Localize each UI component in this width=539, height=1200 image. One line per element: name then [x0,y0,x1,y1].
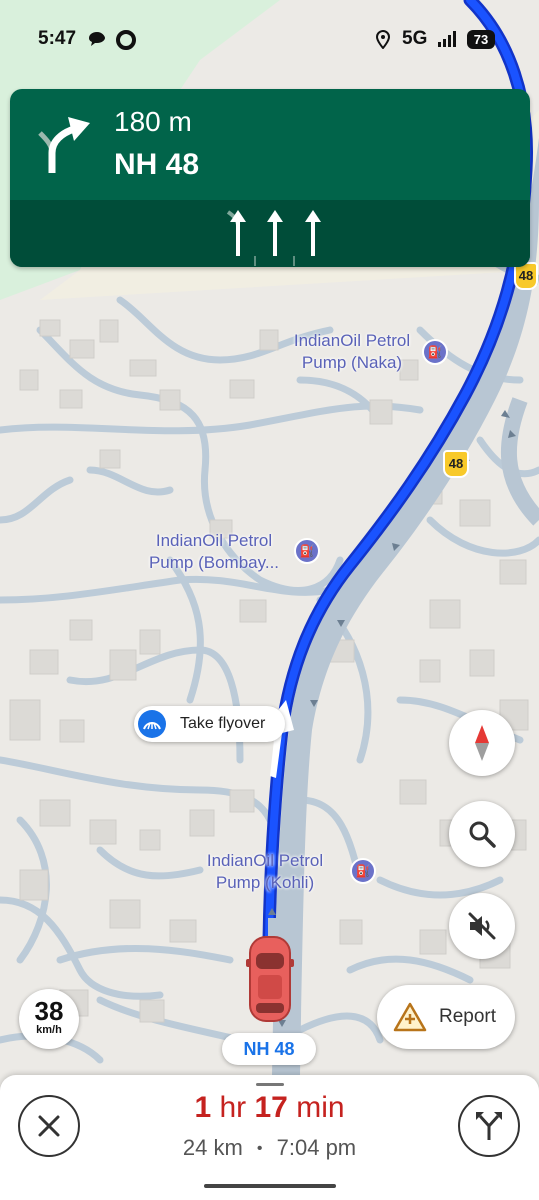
trip-details: 24 km • 7:04 pm [0,1135,539,1161]
petrol-pump-icon[interactable]: ⛽ [350,858,376,884]
turn-instruction-banner[interactable]: 180 m NH 48 [10,89,530,267]
maneuver-distance: 180 m [114,106,192,137]
poi-label-kohli[interactable]: IndianOil Petrol Pump (Kohli) [186,850,344,894]
drag-handle[interactable] [256,1083,284,1086]
mute-button[interactable] [449,893,515,959]
lane-divider [293,256,295,266]
speed-value: 38 [34,996,64,1026]
turn-right-arrow-icon [38,117,90,173]
report-warning-icon [393,1002,427,1032]
compass-icon [475,725,489,761]
signal-icon [438,31,456,47]
route-fork-icon [476,1112,502,1140]
search-icon [469,821,496,848]
message-notification-icon [89,32,105,46]
speedometer: 38 km/h [19,989,79,1049]
trip-summary-sheet[interactable]: 1 hr 17 min 24 km • 7:04 pm [0,1075,539,1200]
speed-unit: km/h [36,1024,62,1036]
lane-divider [254,256,256,266]
report-label: Report [439,1006,497,1027]
take-flyover-callout[interactable]: Take flyover [134,706,286,742]
petrol-pump-icon[interactable]: ⛽ [294,538,320,564]
petrol-pump-icon[interactable]: ⛽ [422,339,448,365]
sound-muted-icon [468,912,496,940]
vehicle-marker-icon [246,936,294,1022]
separator-dot: • [256,1140,263,1157]
location-icon [376,30,390,49]
gesture-nav-bar[interactable] [204,1184,336,1188]
report-button[interactable]: Report [377,985,515,1049]
maneuver-road: NH 48 [114,148,200,181]
app-ring-icon [116,30,136,50]
trip-distance: 24 km [182,1135,243,1160]
current-road-label: NH 48 [222,1033,316,1065]
lane-straight-icon [305,210,321,256]
status-time: 5:47 [38,28,77,49]
poi-label-naka[interactable]: IndianOil Petrol Pump (Naka) [282,330,422,374]
compass-button[interactable] [449,710,515,776]
flyover-icon [138,710,166,738]
battery-level: 73 [467,30,495,49]
poi-label-bombay[interactable]: IndianOil Petrol Pump (Bombay... [134,530,294,574]
lane-straight-icon [267,210,283,256]
status-bar: 5:47 5G 73 [0,0,539,80]
search-button[interactable] [449,801,515,867]
network-type: 5G [402,28,428,49]
lane-left-icon [226,210,246,256]
lane-guidance [10,200,530,267]
arrival-time: 7:04 pm [276,1135,357,1160]
alternate-routes-button[interactable] [458,1095,520,1157]
flyover-label: Take flyover [180,715,266,732]
highway-shield: 48 [443,450,469,478]
